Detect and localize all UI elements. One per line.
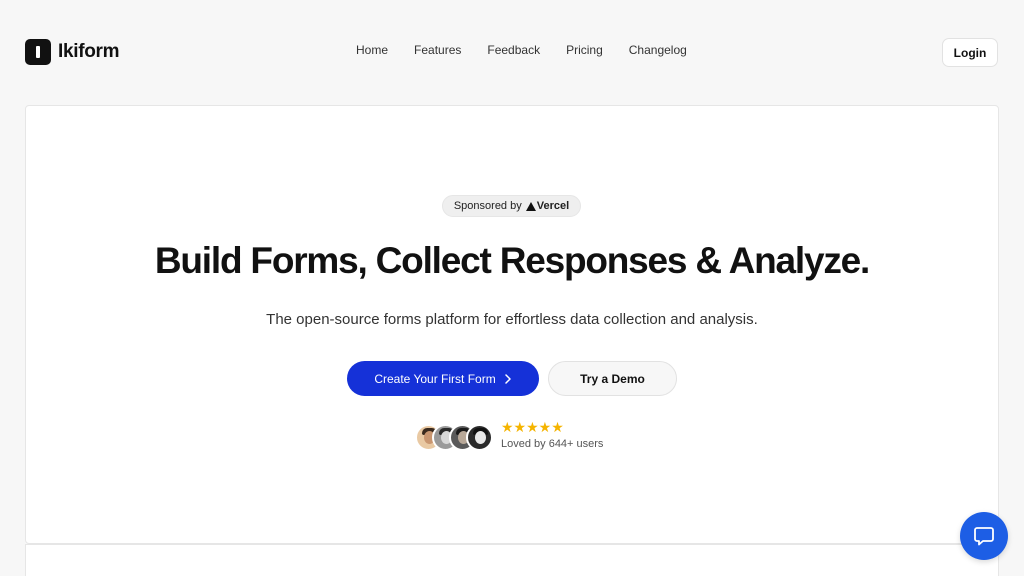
vercel-logo: Vercel	[525, 200, 570, 212]
brand-name: Ikiform	[58, 41, 120, 62]
social-proof-text: Loved by 644+ users	[501, 438, 604, 450]
create-first-form-button[interactable]: Create Your First Form	[347, 361, 539, 396]
create-first-form-label: Create Your First Form	[374, 371, 496, 386]
rating-stars: ★★★★★	[501, 419, 564, 435]
main-nav: Home Features Feedback Pricing Changelog	[356, 43, 687, 61]
sponsor-badge[interactable]: Sponsored by Vercel	[442, 195, 581, 217]
avatar	[466, 424, 493, 451]
nav-item-features[interactable]: Features	[414, 43, 461, 61]
try-demo-button[interactable]: Try a Demo	[548, 361, 677, 396]
chat-widget-button[interactable]	[960, 512, 1008, 560]
chat-bubble-icon	[974, 527, 994, 546]
brand-logo-link[interactable]: Ikiform	[25, 39, 120, 65]
nav-item-changelog[interactable]: Changelog	[629, 43, 687, 61]
nav-item-pricing[interactable]: Pricing	[566, 43, 603, 61]
login-button[interactable]: Login	[942, 38, 998, 67]
sponsor-prefix: Sponsored by	[453, 200, 522, 212]
hero-subtitle: The open-source forms platform for effor…	[266, 311, 758, 328]
nav-item-home[interactable]: Home	[356, 43, 388, 61]
next-section-card	[25, 544, 999, 576]
hero-headline: Build Forms, Collect Responses & Analyze…	[154, 240, 870, 281]
user-avatars	[415, 424, 493, 451]
chevron-right-icon	[504, 373, 511, 384]
nav-item-feedback[interactable]: Feedback	[487, 43, 540, 61]
site-header: Ikiform Home Features Feedback Pricing C…	[0, 0, 1024, 104]
ikiform-logo-icon	[25, 39, 51, 65]
sponsor-name: Vercel	[536, 200, 570, 212]
vercel-triangle-icon	[525, 201, 536, 211]
